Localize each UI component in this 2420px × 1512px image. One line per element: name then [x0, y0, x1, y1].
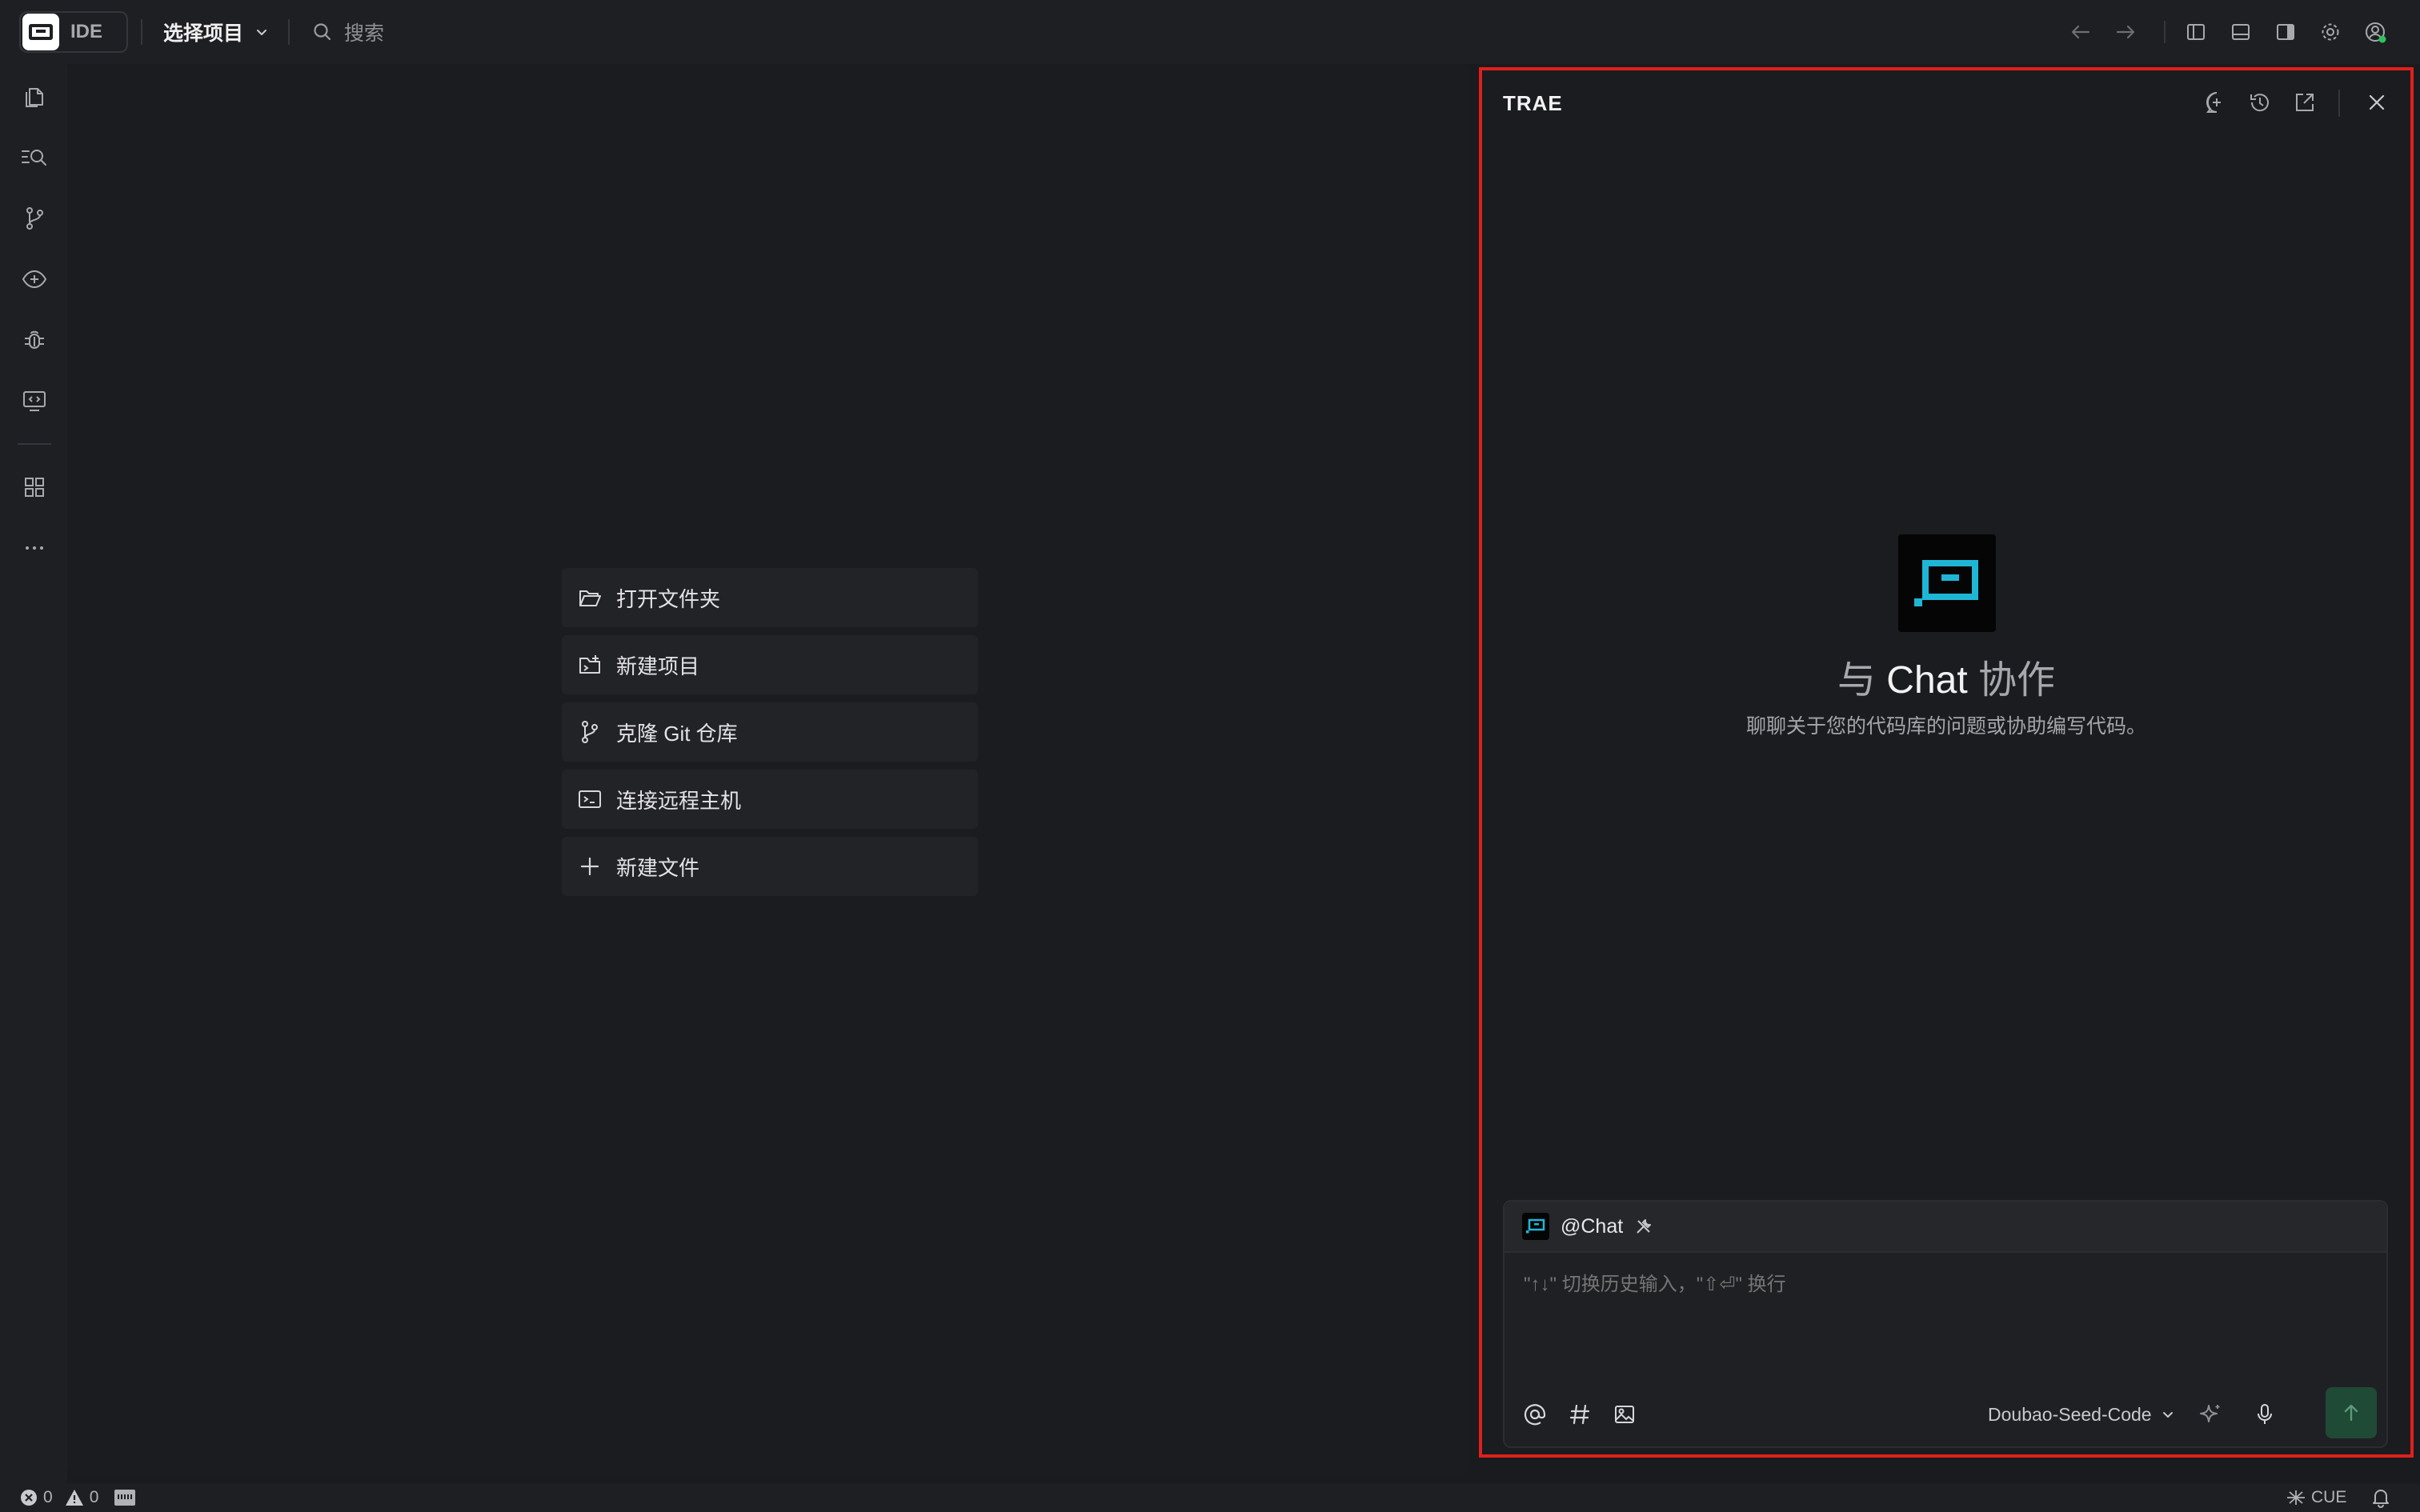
debug-bug-icon[interactable]: [18, 323, 51, 357]
ide-mode-label: IDE: [70, 21, 103, 42]
warning-count: 0: [89, 1488, 99, 1506]
extensions-grid-icon[interactable]: [18, 470, 51, 504]
context-hash-icon[interactable]: [1565, 1400, 1594, 1429]
new-project-button[interactable]: 新建项目: [562, 635, 978, 694]
divider: [288, 19, 290, 45]
trae-logo-icon: [22, 14, 59, 50]
image-upload-icon[interactable]: [1610, 1400, 1639, 1429]
open-folder-button[interactable]: 打开文件夹: [562, 568, 978, 627]
clone-git-repo-button[interactable]: 克隆 Git 仓库: [562, 702, 978, 762]
divider: [2164, 21, 2166, 43]
project-selector[interactable]: 选择项目: [163, 16, 269, 48]
search-icon: [312, 22, 333, 42]
model-selector[interactable]: Doubao-Seed-Code: [1988, 1400, 2174, 1429]
forward-arrow-icon[interactable]: [2111, 18, 2140, 46]
pop-out-icon[interactable]: [2290, 88, 2319, 117]
open-folder-label: 打开文件夹: [616, 586, 721, 611]
close-icon[interactable]: [2362, 88, 2391, 117]
chat-composer: @Chat Doubao-Seed-Code: [1503, 1200, 2388, 1448]
chat-hero-subtitle: 聊聊关于您的代码库的问题或协助编写代码。: [1745, 715, 2146, 738]
explorer-icon[interactable]: [18, 80, 51, 114]
remote-screen-icon[interactable]: [18, 384, 51, 418]
chat-input[interactable]: [1524, 1274, 2324, 1296]
divider: [141, 19, 142, 45]
toggle-sidebar-icon[interactable]: [2182, 18, 2210, 46]
account-icon[interactable]: [2361, 18, 2390, 46]
new-chat-icon[interactable]: [2202, 88, 2231, 117]
hero-name: Chat: [1886, 659, 1968, 702]
history-icon[interactable]: [2246, 88, 2274, 117]
chevron-down-icon: [254, 25, 269, 39]
new-file-label: 新建文件: [616, 855, 700, 880]
problems-indicator[interactable]: 0 0: [19, 1486, 98, 1509]
notifications-bell-icon[interactable]: [2370, 1486, 2391, 1509]
toggle-panel-icon[interactable]: [2226, 18, 2255, 46]
error-count: 0: [43, 1488, 53, 1506]
chat-panel-title: TRAE: [1503, 91, 1563, 115]
error-icon: [19, 1488, 38, 1507]
chat-panel: TRAE 与 Chat 协作 聊聊关于您的代码库的问题或协助编写代码。 @Cha…: [1479, 67, 2414, 1458]
folder-open-icon: [576, 584, 603, 611]
settings-gear-icon[interactable]: [2316, 18, 2345, 46]
chat-agent-icon: [1522, 1213, 1549, 1240]
arrow-up-icon: [2340, 1402, 2362, 1424]
preview-eye-icon[interactable]: [18, 262, 51, 296]
language-label: CUE: [2311, 1488, 2347, 1506]
header-divider: [2338, 90, 2340, 117]
status-bar: 0 0 CUE: [0, 1483, 2420, 1512]
title-bar: IDE 选择项目 搜索: [0, 0, 2420, 64]
toggle-aux-bar-icon[interactable]: [2271, 18, 2300, 46]
new-project-label: 新建项目: [616, 654, 700, 678]
global-search[interactable]: 搜索: [312, 16, 384, 48]
new-project-icon: [576, 651, 603, 678]
send-button[interactable]: [2326, 1387, 2377, 1438]
source-control-icon[interactable]: [18, 202, 51, 235]
mention-at-icon[interactable]: [1521, 1400, 1549, 1429]
search-placeholder: 搜索: [344, 22, 385, 45]
activity-divider: [18, 443, 51, 445]
app-switcher[interactable]: IDE: [19, 11, 128, 53]
plus-icon: [576, 853, 603, 880]
terminal-panel-icon[interactable]: [114, 1486, 136, 1509]
project-selector-label: 选择项目: [163, 22, 244, 45]
search-icon[interactable]: [18, 141, 51, 174]
microphone-icon[interactable]: [2250, 1400, 2279, 1429]
language-mode[interactable]: CUE: [2286, 1486, 2346, 1509]
hero-suffix: 协作: [1978, 659, 2056, 702]
language-icon: [2286, 1489, 2306, 1506]
chevron-down-icon: [2162, 1408, 2174, 1421]
terminal-icon: [576, 786, 603, 813]
composer-agent-bar: @Chat: [1504, 1202, 2386, 1253]
connect-remote-host-button[interactable]: 连接远程主机: [562, 770, 978, 829]
hero-prefix: 与: [1837, 659, 1876, 702]
git-branch-icon: [576, 718, 603, 746]
editor-area: 打开文件夹 新建项目 克隆 Git 仓库 连接远程主机 新建文件: [67, 64, 1469, 1474]
sparkle-enhance-icon[interactable]: [2196, 1400, 2225, 1429]
activity-bar: [0, 64, 67, 1483]
connect-remote-host-label: 连接远程主机: [616, 788, 742, 813]
welcome-actions: 打开文件夹 新建项目 克隆 Git 仓库 连接远程主机 新建文件: [562, 568, 978, 904]
model-selector-label: Doubao-Seed-Code: [1988, 1403, 2152, 1425]
chat-hero-title: 与 Chat 协作: [1482, 648, 2410, 704]
more-icon[interactable]: [18, 531, 51, 565]
tools-icon[interactable]: [1634, 1217, 1653, 1236]
chat-logo-icon: [1898, 534, 1996, 632]
agent-mention-label[interactable]: @Chat: [1561, 1215, 1623, 1238]
new-file-button[interactable]: 新建文件: [562, 837, 978, 896]
warning-icon: [64, 1488, 85, 1507]
clone-git-repo-label: 克隆 Git 仓库: [616, 721, 738, 746]
back-arrow-icon[interactable]: [2066, 18, 2095, 46]
